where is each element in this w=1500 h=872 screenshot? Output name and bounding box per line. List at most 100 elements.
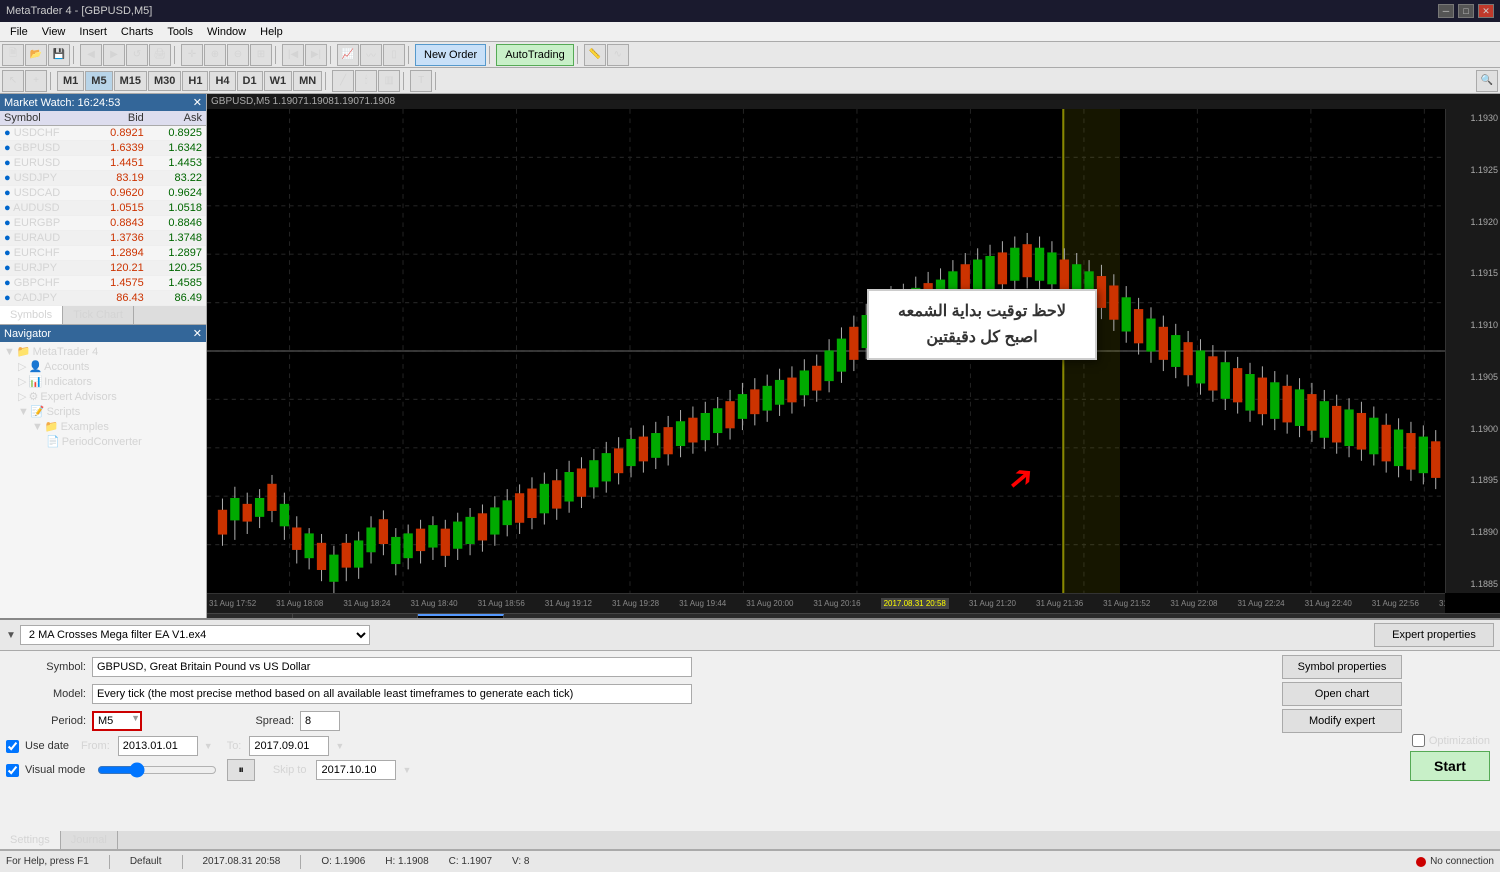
- to-date-input[interactable]: [249, 736, 329, 756]
- chart-grid-button[interactable]: ⊞: [250, 44, 272, 66]
- market-watch-close-icon[interactable]: ✕: [193, 96, 202, 109]
- candle-chart-button[interactable]: 🕯: [355, 70, 377, 92]
- time-8: 31 Aug 19:44: [679, 599, 726, 608]
- menu-charts[interactable]: Charts: [115, 24, 159, 40]
- pause-button[interactable]: ⏸: [227, 759, 255, 781]
- zoom-out-button[interactable]: ⊖: [227, 44, 249, 66]
- open-chart-button[interactable]: Open chart: [1282, 682, 1402, 706]
- spread-input[interactable]: [300, 711, 340, 731]
- search-button[interactable]: 🔍: [1476, 70, 1498, 92]
- use-date-checkbox[interactable]: [6, 740, 19, 753]
- refresh-button[interactable]: ↺: [126, 44, 148, 66]
- symbol-dropdown[interactable]: GBPUSD, Great Britain Pound vs US Dollar: [92, 657, 692, 677]
- market-watch-row[interactable]: ● USDJPY 83.19 83.22: [0, 171, 206, 186]
- market-watch-row[interactable]: ● EURUSD 1.4451 1.4453: [0, 156, 206, 171]
- tab-symbols[interactable]: Symbols: [0, 306, 63, 324]
- crosshair-button[interactable]: ✛: [181, 44, 203, 66]
- tree-item-ea[interactable]: ▷ ⚙ Expert Advisors: [16, 389, 204, 404]
- start-button[interactable]: Start: [1410, 751, 1490, 781]
- period-d1[interactable]: D1: [237, 71, 263, 91]
- close-button[interactable]: ✕: [1478, 4, 1494, 18]
- period-dropdown-arrow[interactable]: ▼: [131, 713, 140, 723]
- skip-to-input[interactable]: [316, 760, 396, 780]
- tab-eurusd-m2[interactable]: EURUSD,M2 (offline): [293, 614, 418, 618]
- zoom-in-button[interactable]: ⊕: [204, 44, 226, 66]
- tester-tab-settings[interactable]: Settings: [0, 831, 61, 849]
- tab-tick-chart[interactable]: Tick Chart: [63, 306, 134, 324]
- to-calendar-icon[interactable]: ▼: [335, 741, 344, 751]
- sep-t2-2: [325, 72, 329, 90]
- market-watch-row[interactable]: ● USDCHF 0.8921 0.8925: [0, 126, 206, 141]
- scroll-right-button[interactable]: ▶|: [305, 44, 327, 66]
- navigator-close-icon[interactable]: ✕: [193, 327, 202, 340]
- menu-help[interactable]: Help: [254, 24, 289, 40]
- tree-item-examples[interactable]: ▼ 📁 Examples: [30, 419, 204, 434]
- model-dropdown[interactable]: Every tick (the most precise method base…: [92, 684, 692, 704]
- tab-gbpusd-m5[interactable]: GBPUSD,M5: [418, 614, 504, 618]
- scroll-left-button[interactable]: |◀: [282, 44, 304, 66]
- period-m5[interactable]: M5: [85, 71, 112, 91]
- modify-expert-button[interactable]: Modify expert: [1282, 709, 1402, 733]
- chart-canvas[interactable]: 1.1930 1.1925 1.1920 1.1915 1.1910 1.190…: [207, 109, 1500, 593]
- new-order-button[interactable]: New Order: [415, 44, 486, 66]
- menu-view[interactable]: View: [36, 24, 72, 40]
- period-mn[interactable]: MN: [293, 71, 322, 91]
- line-chart-button[interactable]: ╱: [332, 70, 354, 92]
- open-button[interactable]: 📂: [25, 44, 47, 66]
- visual-mode-checkbox[interactable]: [6, 764, 19, 777]
- from-date-input[interactable]: [118, 736, 198, 756]
- cursor-button[interactable]: ↖: [2, 70, 24, 92]
- time-13: 31 Aug 21:36: [1036, 599, 1083, 608]
- symbol-properties-button[interactable]: Symbol properties: [1282, 655, 1402, 679]
- forward-button[interactable]: ▶: [103, 44, 125, 66]
- back-button[interactable]: ◀: [80, 44, 102, 66]
- period-m15[interactable]: M15: [114, 71, 147, 91]
- tree-item-scripts[interactable]: ▼ 📝 Scripts: [16, 404, 204, 419]
- period-m1[interactable]: M1: [57, 71, 84, 91]
- market-watch-row[interactable]: ● EURCHF 1.2894 1.2897: [0, 246, 206, 261]
- market-watch-row[interactable]: ● EURGBP 0.8843 0.8846: [0, 216, 206, 231]
- auto-trading-button[interactable]: AutoTrading: [496, 44, 574, 66]
- maximize-button[interactable]: □: [1458, 4, 1474, 18]
- menu-file[interactable]: File: [4, 24, 34, 40]
- tree-root[interactable]: ▼ 📁 MetaTrader 4: [2, 344, 204, 359]
- market-watch-row[interactable]: ● GBPUSD 1.6339 1.6342: [0, 141, 206, 156]
- tree-item-indicators[interactable]: ▷ 📊 Indicators: [16, 374, 204, 389]
- menu-window[interactable]: Window: [201, 24, 252, 40]
- market-watch-body: ● USDCHF 0.8921 0.8925 ● GBPUSD 1.6339 1…: [0, 126, 206, 306]
- tester-tab-journal[interactable]: Journal: [61, 831, 118, 849]
- period-w1[interactable]: W1: [264, 71, 293, 91]
- menu-insert[interactable]: Insert: [73, 24, 113, 40]
- market-watch-row[interactable]: ● CADJPY 86.43 86.49: [0, 291, 206, 306]
- tree-item-period-converter[interactable]: 📄 PeriodConverter: [44, 434, 204, 449]
- period-h4[interactable]: H4: [209, 71, 235, 91]
- volume-button[interactable]: ▯: [383, 44, 405, 66]
- bar-chart-button[interactable]: ▥: [378, 70, 400, 92]
- crosshair2-button[interactable]: +: [25, 70, 47, 92]
- save-button[interactable]: 💾: [48, 44, 70, 66]
- market-watch-row[interactable]: ● EURJPY 120.21 120.25: [0, 261, 206, 276]
- period-h1[interactable]: H1: [182, 71, 208, 91]
- optimization-checkbox[interactable]: [1412, 734, 1425, 747]
- tab-eurusd-m1[interactable]: EURUSD,M1: [207, 614, 293, 618]
- market-watch-row[interactable]: ● USDCAD 0.9620 0.9624: [0, 186, 206, 201]
- speed-slider[interactable]: [97, 762, 217, 778]
- market-watch-row[interactable]: ● EURAUD 1.3736 1.3748: [0, 231, 206, 246]
- menu-tools[interactable]: Tools: [161, 24, 199, 40]
- oscillators-button[interactable]: 〰: [360, 44, 382, 66]
- period-m30[interactable]: M30: [148, 71, 181, 91]
- template-button[interactable]: T: [410, 70, 432, 92]
- from-calendar-icon[interactable]: ▼: [204, 741, 213, 751]
- minimize-button[interactable]: ─: [1438, 4, 1454, 18]
- line-studies-button[interactable]: 📏: [584, 44, 606, 66]
- indicators-button[interactable]: 📈: [337, 44, 359, 66]
- market-watch-row[interactable]: ● AUDUSD 1.0515 1.0518: [0, 201, 206, 216]
- new-chart-button[interactable]: 🗎: [2, 44, 24, 66]
- ea-dropdown[interactable]: 2 MA Crosses Mega filter EA V1.ex4: [20, 625, 370, 645]
- expert-properties-button[interactable]: Expert properties: [1374, 623, 1494, 647]
- objects-button[interactable]: ∿: [607, 44, 629, 66]
- tree-item-accounts[interactable]: ▷ 👤 Accounts: [16, 359, 204, 374]
- skip-calendar-icon[interactable]: ▼: [402, 765, 411, 775]
- market-watch-row[interactable]: ● GBPCHF 1.4575 1.4585: [0, 276, 206, 291]
- print-button[interactable]: 🖨: [149, 44, 171, 66]
